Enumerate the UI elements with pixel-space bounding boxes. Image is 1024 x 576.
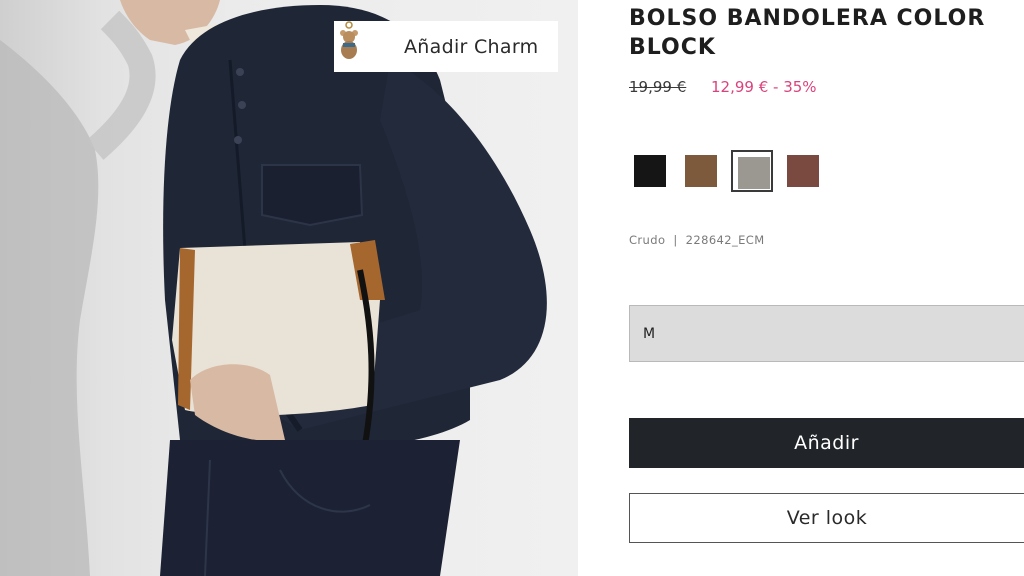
meta-separator: | [673, 233, 678, 247]
model-photo-illustration [0, 0, 547, 576]
swatch-chip [634, 155, 666, 187]
product-title: BOLSO BANDOLERA COLOR BLOCK [629, 6, 986, 60]
sale-price: 12,99 € - 35% [711, 78, 817, 96]
add-charm-button[interactable]: Añadir Charm [334, 21, 558, 72]
product-image[interactable]: Añadir Charm [0, 0, 578, 576]
swatch-chip [787, 155, 819, 187]
color-swatch-brown[interactable] [680, 150, 722, 192]
color-name: Crudo [629, 233, 666, 247]
add-charm-label: Añadir Charm [404, 35, 539, 58]
size-selector[interactable]: M [629, 305, 1024, 362]
original-price: 19,99 € [629, 78, 687, 96]
color-swatch-crudo[interactable] [731, 150, 773, 192]
swatch-chip [685, 155, 717, 187]
selected-size: M [643, 325, 656, 342]
product-meta: Crudo | 228642_ECM [629, 233, 765, 247]
product-reference: 228642_ECM [685, 233, 765, 247]
view-look-button[interactable]: Ver look [629, 493, 1024, 543]
color-swatch-burgundy[interactable] [782, 150, 824, 192]
add-to-cart-button[interactable]: Añadir [629, 418, 1024, 468]
teddy-bear-charm-icon [340, 21, 384, 69]
color-swatch-black[interactable] [629, 150, 671, 192]
swatch-chip [738, 157, 770, 189]
